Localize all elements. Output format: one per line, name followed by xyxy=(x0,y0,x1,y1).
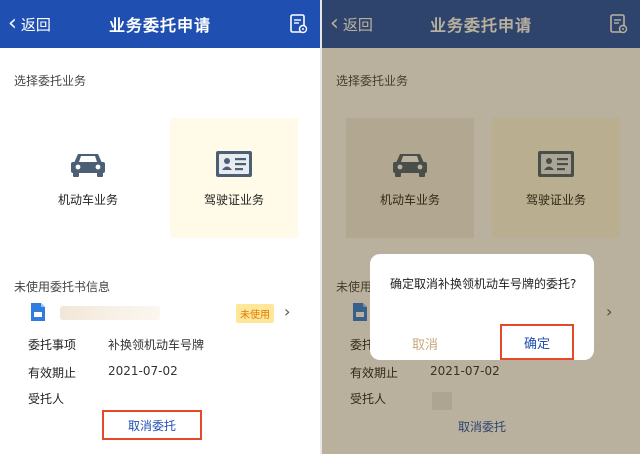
document-gear-icon[interactable] xyxy=(290,14,308,34)
back-button[interactable]: ‹ 返回 xyxy=(8,0,51,48)
dialog-message: 确定取消补换领机动车号牌的委托? xyxy=(390,277,577,291)
dialog-cancel-button[interactable]: 取消 xyxy=(412,334,438,353)
back-label: 返回 xyxy=(20,15,51,34)
page-title: 业务委托申请 xyxy=(108,16,211,35)
id-card-icon xyxy=(216,150,252,177)
unused-entrust-label: 未使用委托书信息 xyxy=(14,280,111,294)
expiry-value: 2021-07-02 xyxy=(108,364,178,378)
car-icon xyxy=(71,153,105,177)
license-business-label: 驾驶证业务 xyxy=(203,192,264,207)
file-icon xyxy=(31,303,45,321)
expiry-label: 有效期止 xyxy=(28,366,77,380)
right-screen: ‹ 返回 业务委托申请 选择委托业务 机动车业务 驾驶证业务 › 有效期止 20… xyxy=(320,0,640,454)
trustee-label: 受托人 xyxy=(28,392,65,406)
entrust-item-label: 委托事项 xyxy=(28,338,77,352)
cancel-entrust-button[interactable]: 取消委托 xyxy=(102,410,202,440)
header-bar: ‹ 返回 业务委托申请 xyxy=(0,0,320,48)
left-screen: ‹ 返回 业务委托申请 选择委托业务 机动车业务 驾驶证业务 未使用委托书信息 … xyxy=(0,0,320,454)
confirm-dialog: 确定取消补换领机动车号牌的委托? 取消 确定 xyxy=(370,254,594,360)
chevron-left-icon: ‹ xyxy=(8,11,17,36)
entrust-item-value: 补换领机动车号牌 xyxy=(108,338,205,352)
vehicle-business-label: 机动车业务 xyxy=(57,192,118,207)
license-business-card[interactable]: 驾驶证业务 xyxy=(170,118,298,238)
select-business-label: 选择委托业务 xyxy=(14,74,87,88)
chevron-right-icon[interactable]: › xyxy=(284,302,290,321)
redacted-name xyxy=(60,306,160,320)
dialog-confirm-button[interactable]: 确定 xyxy=(500,324,574,360)
vehicle-business-card[interactable]: 机动车业务 xyxy=(24,118,152,238)
entrust-file-row[interactable]: 未使用 › xyxy=(28,300,308,326)
modal-overlay[interactable] xyxy=(322,0,640,454)
status-badge: 未使用 xyxy=(236,304,274,323)
